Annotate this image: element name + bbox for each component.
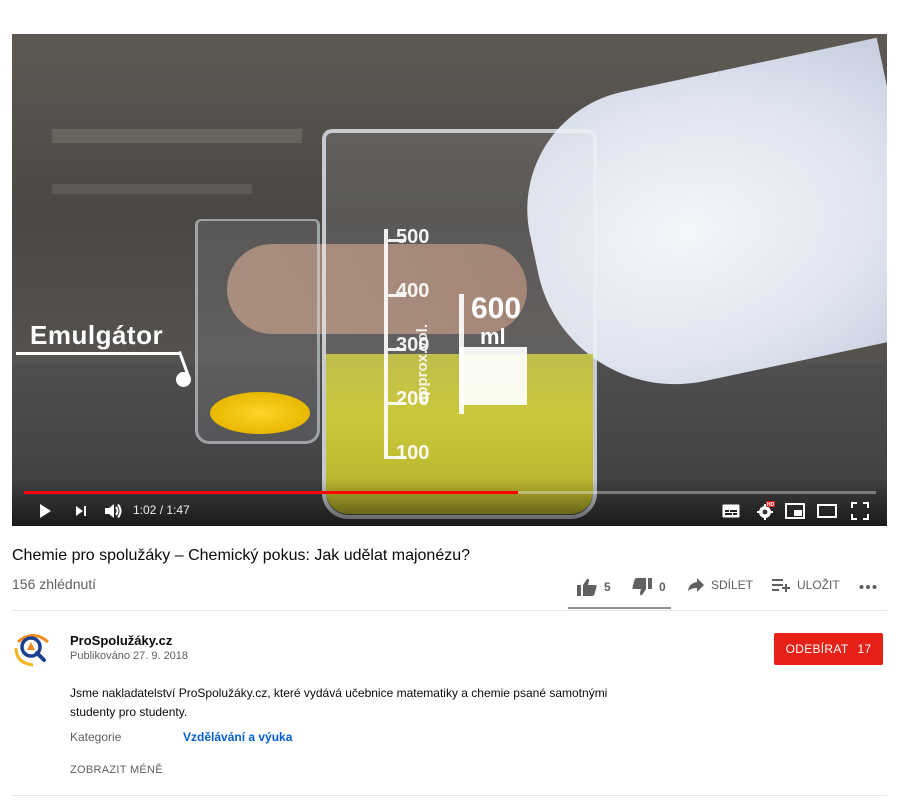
beaker-scale	[384, 229, 388, 459]
play-button[interactable]	[34, 500, 56, 522]
subscriber-count: 17	[857, 642, 872, 656]
progress-fill	[24, 491, 519, 494]
beaker-label-box	[459, 347, 527, 405]
time-display: 1:02 / 1:47	[133, 503, 190, 517]
beaker-side-text: approx.vol.	[414, 323, 431, 404]
category-link[interactable]: Vzdělávání a výuka	[183, 730, 292, 744]
more-actions-button[interactable]	[859, 584, 877, 590]
fullscreen-button[interactable]	[849, 500, 871, 522]
video-description: Jsme nakladatelství ProSpolužáky.cz, kte…	[70, 686, 608, 719]
playlist-add-icon	[772, 579, 790, 592]
next-button[interactable]	[70, 500, 92, 522]
graduation-label: 100	[396, 442, 430, 464]
video-player[interactable]: 500 400 300 200 100 600 ml approx.vol. E…	[12, 34, 887, 526]
publish-date: Publikováno 27. 9. 2018	[70, 650, 189, 662]
egg-yolk	[210, 392, 310, 434]
overlay-annotation: Emulgátor	[30, 320, 164, 350]
divider	[12, 795, 887, 796]
graduation-label: 500	[396, 226, 430, 248]
share-button[interactable]: SDÍLET	[688, 578, 753, 592]
beaker-capacity: 600	[471, 292, 522, 325]
miniplayer-icon	[785, 503, 805, 519]
like-button[interactable]: 5	[577, 578, 611, 596]
theater-button[interactable]	[816, 500, 838, 522]
channel-avatar[interactable]	[12, 627, 54, 669]
progress-bar[interactable]	[24, 491, 876, 494]
thumbs-down-icon	[632, 578, 652, 596]
fullscreen-icon	[851, 502, 869, 520]
subscribe-label: ODEBÍRAT	[785, 642, 849, 656]
channel-name[interactable]: ProSpolužáky.cz	[70, 633, 172, 648]
theater-icon	[817, 504, 837, 518]
video-title: Chemie pro spolužáky – Chemický pokus: J…	[12, 547, 471, 564]
subtitles-button[interactable]	[720, 500, 742, 522]
shelf	[52, 129, 302, 143]
subtitles-icon	[722, 504, 740, 518]
thumbs-up-icon	[577, 578, 597, 596]
graduation-label: 400	[396, 280, 430, 302]
settings-button[interactable]: HD	[752, 500, 778, 522]
settings-icon: HD	[757, 501, 775, 520]
save-button[interactable]: ULOŽIT	[772, 578, 840, 592]
video-frame[interactable]: 500 400 300 200 100 600 ml approx.vol. E…	[12, 34, 887, 526]
category-label: Kategorie	[70, 730, 122, 744]
volume-icon	[105, 503, 122, 519]
view-count: 156 zhlédnutí	[12, 576, 97, 592]
shelf	[52, 184, 252, 194]
share-icon	[688, 578, 704, 592]
volume-button[interactable]	[101, 500, 125, 522]
divider	[12, 610, 887, 611]
play-icon	[40, 504, 51, 518]
dislike-button[interactable]: 0	[632, 578, 666, 596]
channel-logo	[13, 628, 53, 668]
dislike-count: 0	[659, 580, 666, 594]
next-icon	[76, 506, 86, 516]
save-label: ULOŽIT	[797, 578, 840, 592]
show-less-button[interactable]: ZOBRAZIT MÉNĚ	[70, 764, 163, 776]
annotation-line	[16, 352, 181, 355]
annotation-dot	[176, 372, 191, 387]
share-label: SDÍLET	[711, 578, 754, 592]
miniplayer-button[interactable]	[784, 500, 806, 522]
subscribe-button[interactable]: ODEBÍRAT 17	[774, 633, 883, 665]
like-count: 5	[604, 580, 611, 594]
more-horiz-icon	[859, 585, 877, 589]
hd-badge: HD	[767, 502, 775, 508]
sentiment-bar	[568, 607, 671, 609]
